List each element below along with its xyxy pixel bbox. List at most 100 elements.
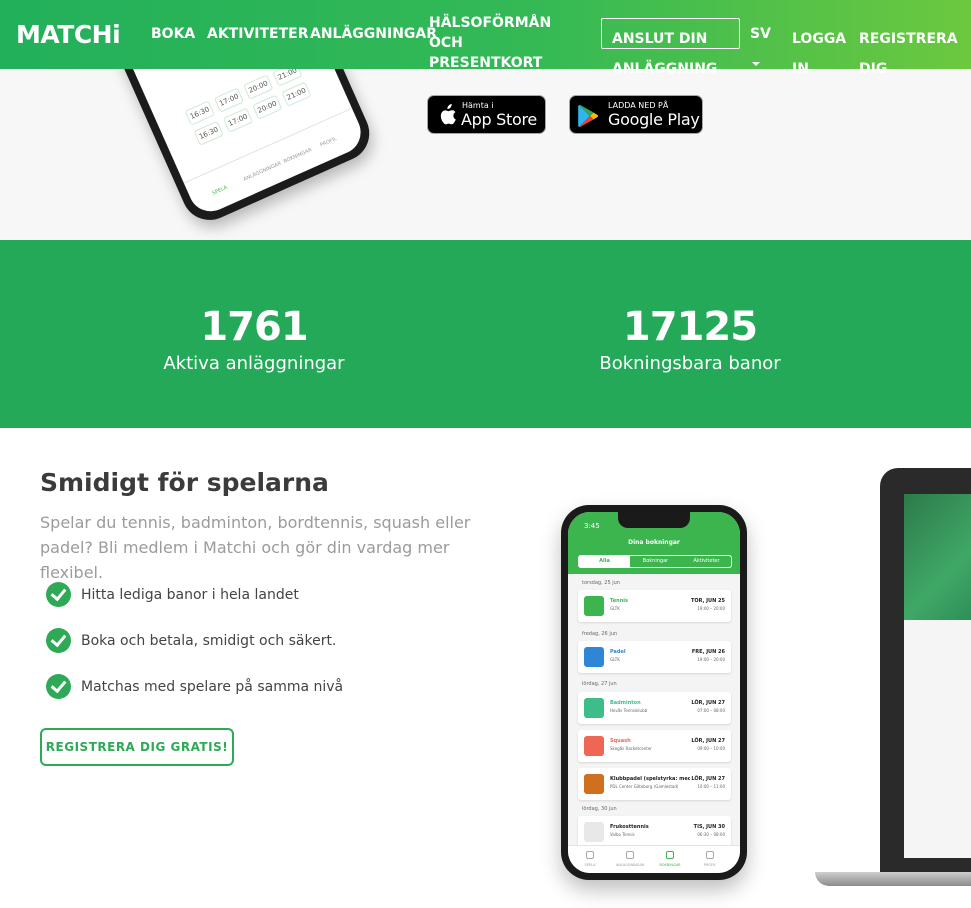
booking-time: 09:00 – 10:00 bbox=[697, 746, 725, 751]
tab-profil: PROFIL bbox=[319, 135, 338, 149]
booking-time: 10:00 – 11:00 bbox=[697, 784, 725, 789]
site-header: MATCHi BOKA AKTIVITETER ANLÄGGNINGAR HÄL… bbox=[0, 0, 971, 77]
stats-section: 1761 Aktiva anläggningar 17125 Bokningsb… bbox=[0, 240, 971, 428]
feature-text: Matchas med spelare på samma nivå bbox=[81, 679, 344, 695]
booking-date: FRE, JUN 26 bbox=[691, 649, 725, 655]
booking-card: Padel GLTK FRE, JUN 26 19:00 – 20:00 bbox=[578, 641, 731, 673]
nav-anlaggningar[interactable]: ANLÄGGNINGAR bbox=[310, 24, 437, 44]
time-slot: 16:30 bbox=[193, 120, 224, 146]
nav-aktiviteter[interactable]: AKTIVITETER bbox=[207, 24, 309, 44]
tennis-icon bbox=[584, 596, 604, 616]
booking-sport: Tennis bbox=[610, 598, 628, 604]
phone-time: 3:45 bbox=[584, 522, 600, 530]
laptop-mockup bbox=[880, 468, 971, 873]
app-store-small-text: Hämta i bbox=[462, 101, 494, 110]
app-store-big-text: App Store bbox=[461, 110, 537, 129]
booking-time: 19:00 – 20:00 bbox=[697, 606, 725, 611]
booking-date: LÖR, JUN 27 bbox=[691, 700, 725, 706]
laptop-hero-image bbox=[904, 494, 971, 620]
language-selector[interactable]: SV bbox=[750, 24, 771, 44]
phone-top-screen: 16:30 17:00 20:00 21:00 16:30 17:00 20:0… bbox=[104, 69, 368, 219]
booking-date: LÖR, JUN 27 bbox=[691, 738, 725, 744]
time-slot: 20:00 bbox=[252, 94, 283, 120]
matchi-logo[interactable]: MATCHi bbox=[16, 20, 121, 49]
check-icon bbox=[46, 628, 71, 653]
tab-spela: SPELA bbox=[211, 184, 229, 197]
calendar-icon bbox=[666, 851, 674, 859]
booking-card: Squash Skogås Racketcenter LÖR, JUN 27 0… bbox=[578, 730, 731, 762]
booking-date: LÖR, JUN 27 bbox=[691, 776, 725, 782]
nav-halsoforman[interactable]: HÄLSOFÖRMÅN OCH PRESENTKORT bbox=[429, 13, 579, 73]
nav-registrera[interactable]: REGISTRERA DIG bbox=[859, 24, 959, 84]
phone-tabbar: SPELA ANLÄGGNINGAR BOKNINGAR PROFIL bbox=[568, 845, 740, 873]
tab-anlaggningar: ANLÄGGNINGAR bbox=[615, 863, 645, 867]
booking-time: 06:30 – 08:00 bbox=[697, 832, 725, 837]
phone-app-title: Dina bokningar bbox=[628, 539, 680, 546]
register-free-button[interactable]: REGISTRERA DIG GRATIS! bbox=[40, 728, 234, 766]
tab-bokningar: BOKNINGAR bbox=[659, 863, 681, 867]
booking-sport: Padel bbox=[610, 649, 626, 655]
person-icon bbox=[706, 851, 714, 859]
check-icon bbox=[46, 674, 71, 699]
nav-anslut-anlaggning[interactable]: ANSLUT DIN ANLÄGGNING bbox=[612, 24, 732, 84]
padel-icon bbox=[584, 647, 604, 667]
laptop-screen bbox=[904, 494, 971, 858]
day-header: lördag, 30 jun bbox=[582, 806, 617, 812]
booking-venue: PDL Center Göteborg (Gamlestad) bbox=[610, 784, 679, 789]
club-logo-icon bbox=[584, 822, 604, 842]
google-play-icon bbox=[578, 104, 599, 128]
chevron-down-icon[interactable] bbox=[752, 62, 760, 66]
tab-spela: SPELA bbox=[584, 863, 596, 867]
tab-bokningar: BOKNINGAR bbox=[282, 147, 313, 165]
booking-date: TIS, JUN 30 bbox=[693, 824, 725, 830]
booking-date: TOR, JUN 25 bbox=[690, 598, 725, 604]
google-play-button[interactable]: LADDA NED PÅ Google Play bbox=[569, 95, 703, 134]
booking-time: 19:00 – 20:00 bbox=[697, 657, 725, 662]
time-slot: 20:00 bbox=[243, 74, 274, 100]
booking-venue: Valbo Tennis bbox=[610, 832, 635, 837]
booking-card: Tennis GLTK TOR, JUN 25 19:00 – 20:00 bbox=[578, 590, 731, 622]
time-slot: 21:00 bbox=[281, 81, 312, 107]
time-slot: 17:00 bbox=[222, 107, 254, 133]
stat-facilities-number: 1761 bbox=[200, 304, 308, 350]
app-store-button[interactable]: Hämta i App Store bbox=[427, 95, 546, 134]
check-icon bbox=[46, 582, 71, 607]
day-header: fredag, 26 jun bbox=[582, 631, 618, 637]
phone-mockup-top: 16:30 17:00 20:00 21:00 16:30 17:00 20:0… bbox=[93, 69, 379, 229]
nav-logga-in[interactable]: LOGGA IN bbox=[792, 24, 846, 84]
booking-venue: Skogås Racketcenter bbox=[610, 746, 652, 751]
phone-mockup: 3:45 Dina bokningar Alla Bokningar Aktiv… bbox=[561, 505, 747, 880]
google-play-small-text: LADDA NED PÅ bbox=[608, 101, 669, 110]
home-icon bbox=[626, 851, 634, 859]
racket-icon bbox=[586, 851, 594, 859]
booking-venue: Hovås Tennisklubb bbox=[610, 708, 648, 713]
booking-venue: GLTK bbox=[610, 657, 620, 662]
booking-sport: Badminton bbox=[610, 700, 641, 706]
app-download-section: 16:30 17:00 20:00 21:00 16:30 17:00 20:0… bbox=[0, 69, 971, 240]
stat-facilities-label: Aktiva anläggningar bbox=[163, 353, 345, 374]
phone-notch bbox=[618, 512, 690, 528]
time-slot: 17:00 bbox=[213, 87, 245, 113]
apple-icon bbox=[440, 104, 456, 125]
booking-sport: Frukosttennis bbox=[610, 824, 649, 830]
stat-courts-label: Bokningsbara banor bbox=[599, 353, 781, 374]
google-play-big-text: Google Play bbox=[608, 110, 700, 129]
booking-venue: GLTK bbox=[610, 606, 620, 611]
feature-text: Boka och betala, smidigt och säkert. bbox=[81, 633, 337, 649]
segment-alla: Alla bbox=[579, 556, 630, 567]
booking-card: Klubbpadel (spelstyrka: med... PDL Cente… bbox=[578, 768, 731, 800]
segment-bokningar: Bokningar bbox=[642, 558, 669, 564]
nav-boka[interactable]: BOKA bbox=[151, 24, 195, 44]
feature-text: Hitta lediga banor i hela landet bbox=[81, 587, 299, 603]
phone-segment-control: Alla Bokningar Aktiviteter bbox=[578, 555, 732, 568]
tab-anlaggningar: ANLÄGGNINGAR bbox=[242, 160, 283, 183]
booking-sport: Klubbpadel (spelstyrka: med... bbox=[610, 776, 690, 782]
day-header: lördag, 27 jun bbox=[582, 681, 617, 687]
booking-card: Frukosttennis Valbo Tennis TIS, JUN 30 0… bbox=[578, 816, 731, 848]
activity-image-icon bbox=[584, 774, 604, 794]
tab-profil: PROFIL bbox=[703, 863, 717, 867]
section-title: Smidigt för spelarna bbox=[40, 468, 329, 497]
badminton-icon bbox=[584, 698, 604, 718]
booking-card: Badminton Hovås Tennisklubb LÖR, JUN 27 … bbox=[578, 692, 731, 724]
phone-screen: 3:45 Dina bokningar Alla Bokningar Aktiv… bbox=[568, 512, 740, 873]
